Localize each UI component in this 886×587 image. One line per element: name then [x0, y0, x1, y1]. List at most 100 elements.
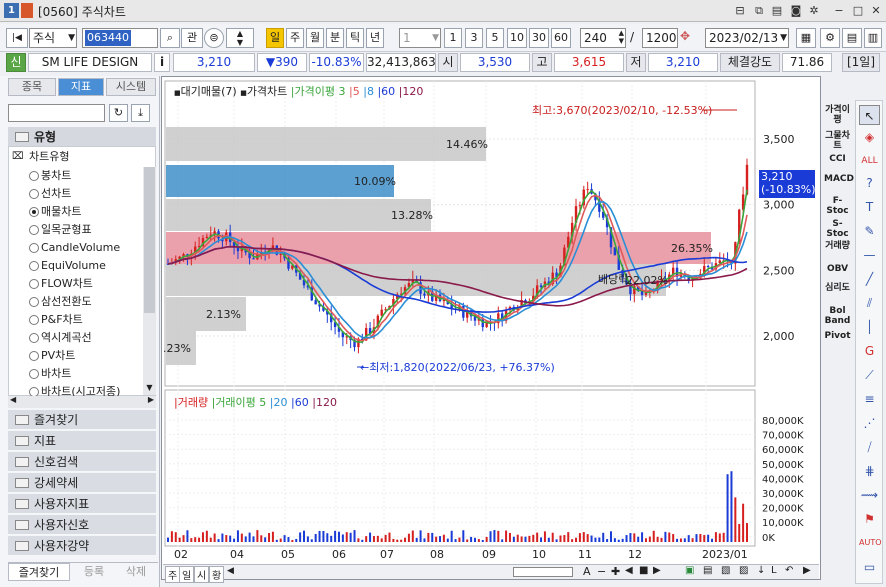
period-day-button[interactable]: 일 — [266, 28, 284, 48]
settings-icon[interactable]: ⚙ — [820, 28, 840, 48]
print-icon[interactable]: ▤ — [770, 3, 784, 18]
hline-icon[interactable]: — — [859, 245, 880, 265]
save-icon[interactable]: ▤ — [703, 565, 712, 576]
tab-indicators[interactable]: 지표 — [58, 78, 104, 96]
sort-icon[interactable]: ↓ — [757, 565, 765, 576]
folder-item[interactable]: 사용자강약 — [8, 536, 156, 556]
indicator-shortcut[interactable]: 가격이평 — [824, 105, 851, 125]
tab-time[interactable]: 시 — [194, 566, 210, 583]
grid-tool-icon[interactable]: ⋕ — [859, 461, 880, 481]
chart-type-item[interactable]: CandleVolume — [9, 239, 164, 257]
folder-item[interactable]: 즐겨찾기 — [8, 410, 156, 430]
radio-icon[interactable] — [29, 351, 39, 361]
radio-icon[interactable] — [29, 369, 39, 379]
chart-type-item[interactable]: PV차트 — [9, 347, 164, 365]
minimize-tray-icon[interactable]: ⊟ — [733, 3, 747, 18]
scroll-down-icon[interactable]: ▼ — [144, 383, 155, 392]
chart-type-item[interactable]: 삼선전환도 — [9, 293, 164, 311]
indicator-shortcut[interactable]: F-Stoc — [824, 196, 851, 216]
chart-canvas[interactable]: 3,500 3,000 2,500 2,000 80,000K 70,000K 60,000… — [162, 77, 820, 579]
radio-icon[interactable] — [29, 279, 39, 289]
tab-day[interactable]: 일 — [179, 566, 195, 583]
info-icon[interactable]: i — [154, 53, 170, 72]
tab-week[interactable]: 주 — [165, 566, 181, 583]
link-settings-icon[interactable]: ✥ — [680, 29, 690, 43]
radio-icon[interactable] — [29, 207, 39, 217]
search-icon[interactable]: ⌕ — [160, 28, 180, 48]
close-icon[interactable]: ✕ — [869, 3, 883, 18]
radio-icon[interactable] — [29, 297, 39, 307]
code-input[interactable]: 063440 — [82, 28, 158, 48]
count-input[interactable]: 240 ▲ ▼ — [580, 28, 626, 48]
font-icon[interactable]: A — [583, 565, 591, 578]
legend-ma8[interactable]: 8 — [367, 85, 374, 98]
legend-vol-ma120[interactable]: 120 — [316, 396, 337, 409]
gann-icon[interactable]: G — [859, 341, 880, 361]
interval-5-button[interactable]: 5 — [486, 28, 504, 48]
folder-item[interactable]: 신호검색 — [8, 452, 156, 472]
next-icon[interactable]: ▶ — [653, 565, 661, 576]
interval-60-button[interactable]: 60 — [551, 28, 571, 48]
period-tick-button[interactable]: 틱 — [346, 28, 364, 48]
legend-vol-ma[interactable]: 거래이평 — [215, 396, 255, 409]
table-icon[interactable]: ▤ — [842, 28, 862, 48]
interval-3-button[interactable]: 3 — [465, 28, 483, 48]
line-icon[interactable]: L — [771, 565, 777, 576]
pointer-icon[interactable]: ↖ — [859, 105, 880, 125]
subsection-chart-type[interactable]: ⌧ 차트유형 — [9, 148, 139, 166]
eraser-icon[interactable]: ◈ — [859, 127, 880, 147]
arc-icon[interactable]: ⧸ — [859, 437, 880, 457]
radio-icon[interactable] — [29, 189, 39, 199]
tab-status[interactable]: 황 — [209, 566, 225, 583]
stepper-icon[interactable]: ▲ ▼ — [226, 28, 254, 48]
query-icon[interactable]: ? — [859, 173, 880, 193]
tab-stocks[interactable]: 종목 — [8, 78, 56, 96]
legend-price-ma[interactable]: 가격이평 — [295, 85, 335, 98]
h-scrollbar[interactable]: ◀ ▶ — [8, 395, 156, 408]
fibo-icon[interactable]: ≡ — [859, 389, 880, 409]
forward-icon[interactable]: ▶ — [803, 565, 811, 576]
excel-icon[interactable]: ▣ — [685, 565, 694, 576]
indicator-shortcut[interactable]: 그물차트 — [824, 131, 851, 151]
settings-icon[interactable]: ✲ — [807, 3, 821, 18]
chart-type-item[interactable]: 일목균형표 — [9, 221, 164, 239]
indicator-shortcut[interactable]: Pivot — [824, 331, 851, 341]
vline-icon[interactable]: │ — [859, 317, 880, 337]
prev-icon[interactable]: ◀ — [625, 565, 633, 576]
total-input[interactable]: 1200 — [642, 28, 678, 48]
fan-icon[interactable]: ⋰ — [859, 413, 880, 433]
download-icon[interactable]: ⤓ — [131, 104, 150, 122]
help-icon[interactable] — [21, 3, 33, 18]
camera-icon[interactable]: ◙ — [789, 3, 803, 18]
refresh-icon[interactable]: ⊜ — [204, 28, 224, 48]
bottom-tab-favorites[interactable]: 즐겨찾기 — [8, 563, 70, 581]
indicator-shortcut[interactable]: MACD — [824, 174, 854, 184]
folder-item[interactable]: 강세약세 — [8, 473, 156, 493]
chart-area[interactable]: 3,500 3,000 2,500 2,000 80,000K 70,000K 60,000… — [161, 76, 821, 583]
back-icon[interactable]: ↶ — [785, 565, 793, 576]
flag-icon[interactable]: ⚑ — [859, 509, 880, 529]
minus-icon[interactable]: − — [597, 565, 606, 578]
zoom-slider[interactable] — [513, 567, 573, 577]
export-icon[interactable]: ▨ — [739, 565, 748, 576]
folder-item[interactable]: 사용자지표 — [8, 494, 156, 514]
channel-icon[interactable]: ⟋ — [859, 365, 880, 385]
legend-price[interactable]: 가격차트 — [247, 85, 287, 98]
interval-30-button[interactable]: 30 — [529, 28, 549, 48]
interval-10-button[interactable]: 10 — [507, 28, 527, 48]
stop-icon[interactable]: ■ — [639, 565, 648, 576]
minimize-icon[interactable]: − — [832, 3, 846, 18]
legend-vol-ma60[interactable]: 60 — [295, 396, 309, 409]
period-week-button[interactable]: 주 — [286, 28, 304, 48]
delete-all-icon[interactable]: ALL — [859, 151, 880, 171]
chart-type-item[interactable]: 봉차트 — [9, 167, 164, 185]
tab-system[interactable]: 시스템 — [106, 78, 156, 96]
screen-icon[interactable]: ▭ — [859, 557, 880, 577]
indicator-shortcut[interactable]: S-Stoc — [824, 219, 851, 239]
refresh-icon[interactable]: ↻ — [109, 104, 128, 122]
layout-icon[interactable]: ▥ — [864, 28, 882, 48]
text-icon[interactable]: T — [859, 197, 880, 217]
radio-icon[interactable] — [29, 333, 39, 343]
link-icon[interactable]: ⧉ — [752, 3, 766, 18]
section-type[interactable]: 유형 — [8, 127, 156, 147]
